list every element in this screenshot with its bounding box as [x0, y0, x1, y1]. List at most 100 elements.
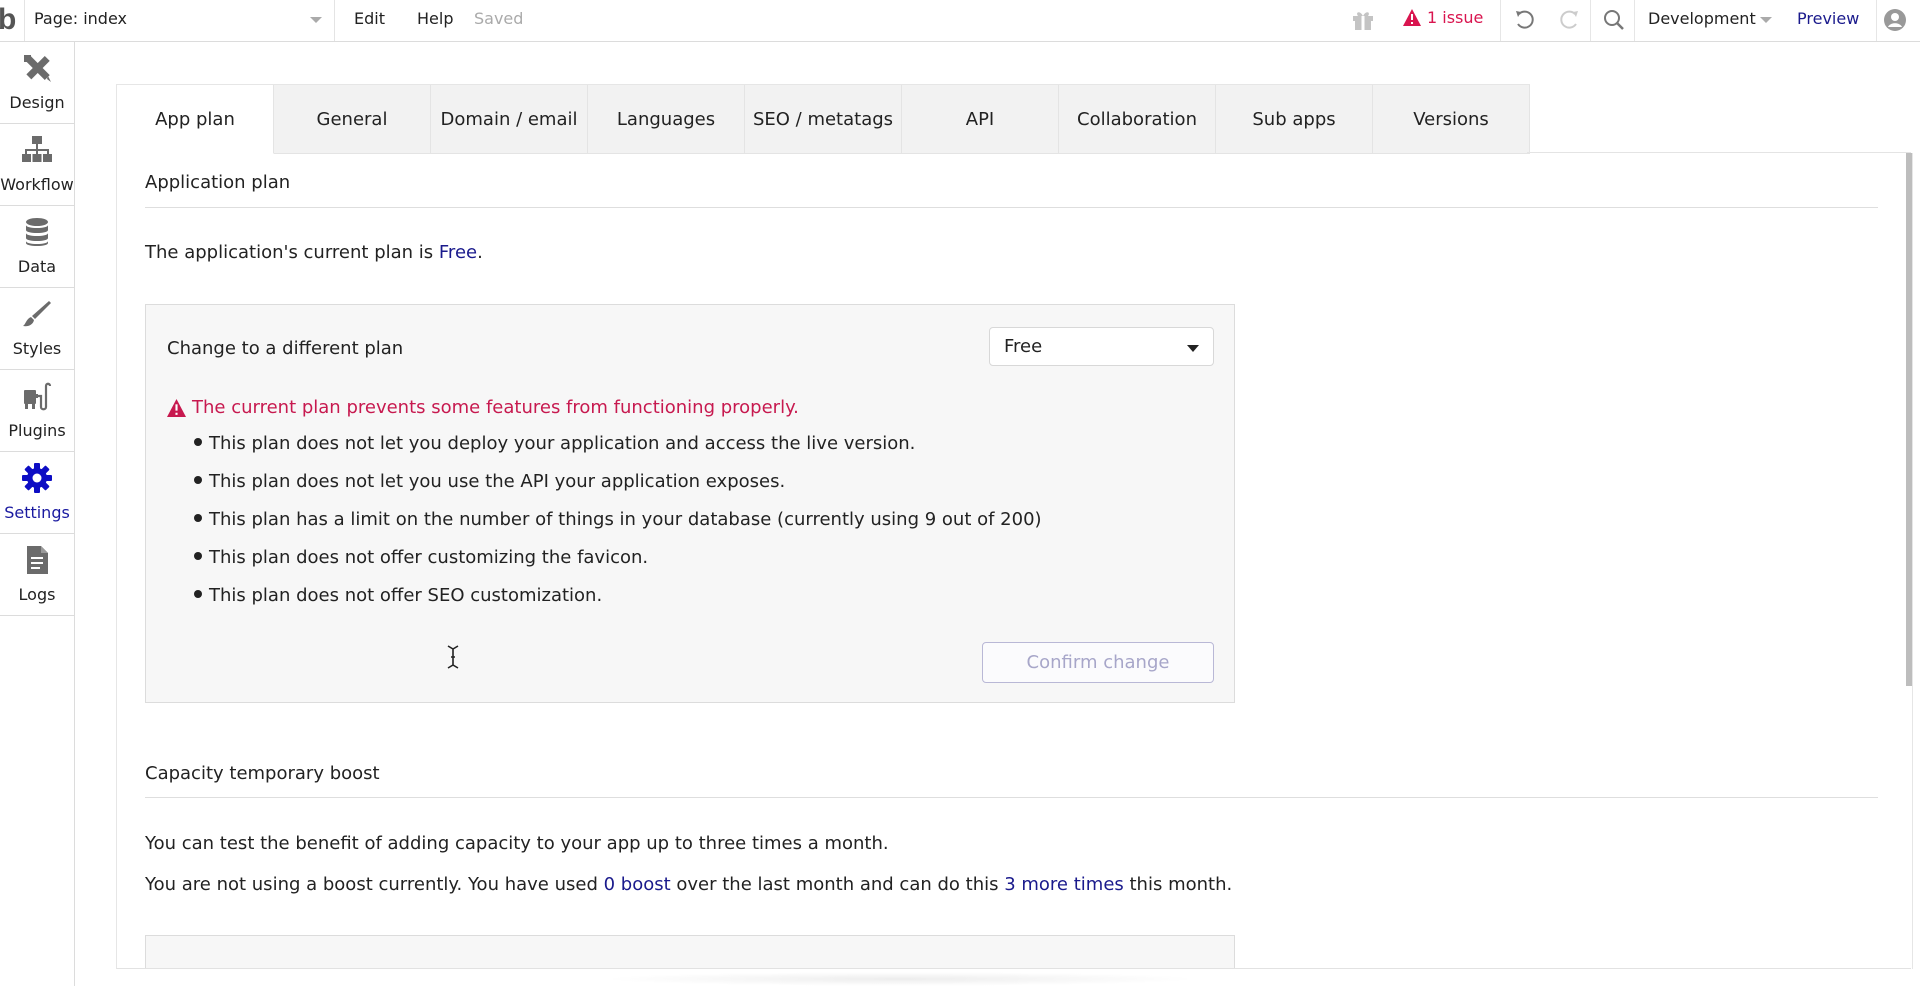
tab-collaboration[interactable]: Collaboration	[1059, 85, 1216, 154]
list-item-text: This plan does not offer SEO customizati…	[209, 585, 603, 606]
divider	[145, 797, 1878, 798]
environment-selector[interactable]: Development	[1648, 9, 1756, 28]
divider	[1876, 0, 1877, 41]
boosts-remaining-link[interactable]: 3 more times	[1004, 874, 1124, 895]
boosts-used-link[interactable]: 0 boost	[604, 874, 671, 895]
edit-menu[interactable]: Edit	[354, 9, 385, 28]
tab-languages[interactable]: Languages	[588, 85, 745, 154]
tab-sub-apps[interactable]: Sub apps	[1216, 85, 1373, 154]
current-plan-suffix: .	[477, 242, 483, 263]
list-item-text: This plan does not offer customizing the…	[209, 547, 649, 568]
list-item: This plan does not offer SEO customizati…	[194, 585, 1042, 623]
capacity-status-prefix: You are not using a boost currently. You…	[145, 874, 604, 895]
gift-icon[interactable]	[1351, 8, 1375, 32]
tab-versions[interactable]: Versions	[1373, 85, 1530, 154]
list-item-text: This plan has a limit on the number of t…	[209, 509, 1042, 530]
tab-seo-metatags[interactable]: SEO / metatags	[745, 85, 902, 154]
text-cursor-icon	[447, 645, 459, 669]
divider	[145, 207, 1878, 208]
gear-icon	[22, 463, 52, 493]
list-item: This plan does not let you deploy your a…	[194, 433, 1042, 471]
warning-icon	[167, 398, 186, 417]
current-plan-text: The application's current plan is Free.	[145, 242, 483, 263]
warning-icon	[1403, 9, 1421, 26]
user-avatar-icon[interactable]	[1883, 8, 1907, 32]
plan-warning-text: The current plan prevents some features …	[192, 397, 799, 418]
issues-count: 1 issue	[1427, 8, 1484, 27]
sidebar-item-design[interactable]: Design	[0, 42, 74, 124]
plan-dropdown-value: Free	[1004, 336, 1043, 357]
sidebar-item-label: Workflow	[0, 175, 74, 194]
change-plan-box: Change to a different plan Free The curr…	[145, 304, 1235, 703]
boost-box	[145, 935, 1235, 968]
design-tools-icon	[24, 55, 51, 82]
tab-general[interactable]: General	[274, 85, 431, 154]
tab-api[interactable]: API	[902, 85, 1059, 154]
list-item-text: This plan does not let you deploy your a…	[209, 433, 916, 454]
page-selector-label: Page: index	[34, 9, 127, 28]
current-plan-prefix: The application's current plan is	[145, 242, 439, 263]
app-logo[interactable]: b	[0, 0, 25, 41]
brush-icon	[23, 301, 51, 327]
bullet-icon	[194, 476, 202, 484]
panel-shadow	[600, 972, 1200, 986]
scrollbar-track	[1912, 153, 1913, 969]
sidebar-item-logs[interactable]: Logs	[0, 534, 74, 616]
sidebar-item-label: Data	[17, 257, 57, 276]
workflow-icon	[22, 136, 52, 162]
list-item: This plan does not let you use the API y…	[194, 471, 1042, 509]
sidebar-item-label: Styles	[12, 339, 62, 358]
current-plan-link[interactable]: Free	[439, 242, 477, 263]
settings-panel: App plan General Domain / email Language…	[116, 84, 1911, 969]
section-title-capacity-boost: Capacity temporary boost	[145, 763, 380, 784]
capacity-status-middle: over the last month and can do this	[670, 874, 1005, 895]
bullet-icon	[194, 514, 202, 522]
capacity-status-suffix: this month.	[1123, 874, 1233, 895]
sidebar-item-styles[interactable]: Styles	[0, 288, 74, 370]
confirm-change-button[interactable]: Confirm change	[982, 642, 1214, 683]
sidebar-item-label: Design	[9, 93, 65, 112]
page-selector[interactable]: Page: index	[25, 0, 335, 41]
preview-button[interactable]: Preview	[1797, 9, 1859, 28]
sidebar-item-label: Plugins	[8, 421, 66, 440]
tab-app-plan[interactable]: App plan	[117, 85, 274, 154]
plug-icon	[24, 382, 52, 411]
save-status: Saved	[474, 9, 524, 28]
top-bar: b Page: index Edit Help Saved 1 issue De…	[0, 0, 1920, 42]
plan-limitations-list: This plan does not let you deploy your a…	[194, 433, 1042, 623]
redo-icon[interactable]	[1557, 8, 1581, 32]
sidebar: Design Workflow Data Styles Plugins Sett…	[0, 42, 75, 986]
plan-dropdown[interactable]: Free	[989, 327, 1214, 366]
settings-tabs: App plan General Domain / email Language…	[117, 84, 1530, 154]
tab-domain-email[interactable]: Domain / email	[431, 85, 588, 154]
help-menu[interactable]: Help	[417, 9, 453, 28]
bullet-icon	[194, 438, 202, 446]
sidebar-item-label: Settings	[4, 503, 70, 522]
list-item-text: This plan does not let you use the API y…	[209, 471, 786, 492]
divider	[1590, 0, 1591, 41]
issues-indicator[interactable]: 1 issue	[1403, 8, 1483, 27]
sidebar-item-workflow[interactable]: Workflow	[0, 124, 74, 206]
database-icon	[26, 218, 48, 246]
sidebar-item-data[interactable]: Data	[0, 206, 74, 288]
logo-glyph: b	[0, 3, 17, 36]
caret-down-icon	[1187, 345, 1199, 352]
list-item: This plan has a limit on the number of t…	[194, 509, 1042, 547]
sidebar-item-settings[interactable]: Settings	[0, 452, 74, 534]
sidebar-item-plugins[interactable]: Plugins	[0, 370, 74, 452]
scrollbar-thumb[interactable]	[1906, 153, 1912, 686]
section-title-application-plan: Application plan	[145, 172, 291, 193]
capacity-intro-text: You can test the benefit of adding capac…	[145, 833, 889, 854]
document-icon	[27, 546, 48, 574]
bullet-icon	[194, 552, 202, 560]
capacity-status-text: You are not using a boost currently. You…	[145, 874, 1232, 895]
chevron-down-icon[interactable]	[1760, 17, 1772, 23]
undo-icon[interactable]	[1513, 8, 1537, 32]
list-item: This plan does not offer customizing the…	[194, 547, 1042, 585]
divider	[1527, 152, 1911, 153]
search-icon[interactable]	[1602, 8, 1626, 32]
chevron-down-icon	[310, 17, 322, 23]
plan-warning: The current plan prevents some features …	[167, 397, 799, 418]
sidebar-item-label: Logs	[18, 585, 56, 604]
change-plan-label: Change to a different plan	[167, 338, 404, 359]
